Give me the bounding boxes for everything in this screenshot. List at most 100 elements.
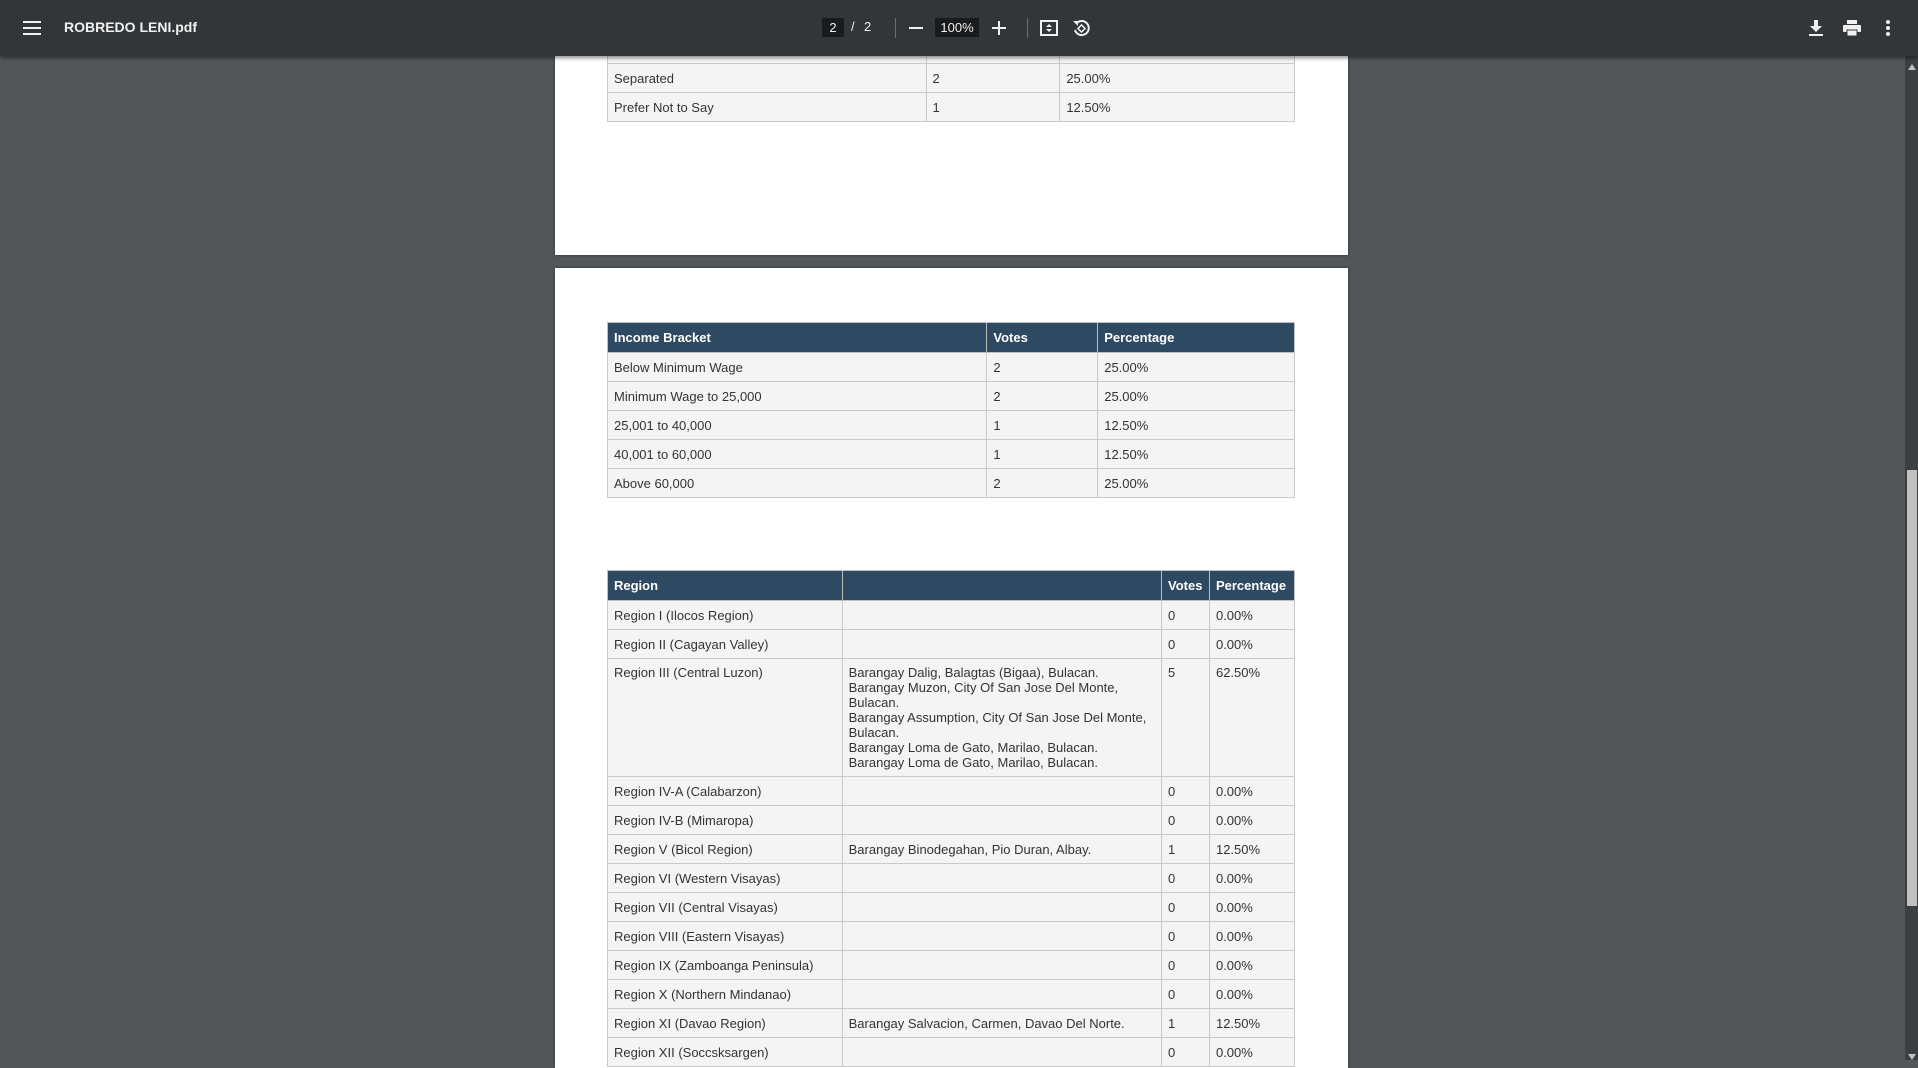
scrollbar-thumb[interactable]: [1907, 470, 1917, 906]
category-cell: Region X (Northern Mindanao): [607, 979, 843, 1009]
percentage-cell: 0.00%: [1208, 600, 1296, 630]
votes-cell: 1: [925, 92, 1061, 122]
download-icon[interactable]: [1804, 16, 1828, 40]
category-cell: Below Minimum Wage: [606, 352, 988, 382]
table-row: Region XII (Soccsksargen) 0 0.00%: [607, 1037, 1296, 1067]
table-row: Region II (Cagayan Valley) 0 0.00%: [607, 629, 1296, 659]
table-row: Below Minimum Wage 2 25.00%: [606, 352, 1295, 382]
table-row: Region V (Bicol Region) Barangay Binodega…: [607, 834, 1296, 864]
category-cell: Prefer Not to Say: [607, 92, 927, 122]
percentage-cell: 0.00%: [1208, 776, 1296, 806]
column-header: Votes: [986, 322, 1099, 353]
menu-icon[interactable]: [20, 16, 44, 40]
zoom-level-input[interactable]: 100%: [935, 18, 979, 37]
category-cell: 40,001 to 60,000: [606, 439, 988, 469]
fit-page-icon[interactable]: [1037, 16, 1061, 40]
zoom-out-icon[interactable]: [905, 17, 927, 39]
percentage-cell: 12.50%: [1059, 92, 1295, 122]
locations-cell: [841, 600, 1162, 630]
votes-cell: 0: [1160, 600, 1210, 630]
location-entry: Barangay Binodegahan, Pio Duran, Albay.: [848, 841, 1092, 857]
category-cell: Region XII (Soccsksargen): [607, 1037, 843, 1067]
locations-cell: [841, 921, 1162, 951]
table-row: 25,001 to 40,000 1 12.50%: [606, 410, 1295, 440]
locations-cell: [841, 950, 1162, 980]
category-cell: Region VII (Central Visayas): [607, 892, 843, 922]
category-cell: Region IV-B (Mimaropa): [607, 805, 843, 835]
locations-cell: Barangay Binodegahan, Pio Duran, Albay.: [841, 834, 1162, 864]
location-entry: Barangay Loma de Gato, Marilao, Bulacan.: [848, 740, 1098, 755]
zoom-in-icon[interactable]: [988, 17, 1010, 39]
category-cell: Region XI (Davao Region): [607, 1008, 843, 1038]
votes-cell: 0: [1160, 629, 1210, 659]
votes-cell: 0: [1160, 921, 1210, 951]
location-entry: Barangay Assumption, City Of San Jose De…: [848, 710, 1147, 740]
table-row: Above 60,000 2 25.00%: [606, 468, 1295, 498]
pdf-page-2: Income Bracket Votes Percentage Below Mi…: [555, 268, 1348, 1068]
votes-cell: 0: [1160, 950, 1210, 980]
table-header-row: Income Bracket Votes Percentage: [606, 322, 1295, 353]
percentage-cell: 0.00%: [1208, 950, 1296, 980]
page-separator: /: [851, 19, 855, 34]
percentage-cell: 0.00%: [1208, 1037, 1296, 1067]
location-entry: Barangay Dalig, Balagtas (Bigaa), Bulaca…: [848, 665, 1099, 680]
votes-cell: 0: [1160, 979, 1210, 1009]
location-entry: Barangay Muzon, City Of San Jose Del Mon…: [848, 680, 1119, 710]
category-cell: Region VIII (Eastern Visayas): [607, 921, 843, 951]
scroll-up-icon[interactable]: [1907, 58, 1917, 70]
table-row: Prefer Not to Say 1 12.50%: [607, 92, 1295, 122]
votes-cell: 1: [986, 410, 1099, 440]
locations-cell: [841, 863, 1162, 893]
votes-cell: 0: [1160, 1037, 1210, 1067]
rotate-icon[interactable]: [1069, 16, 1093, 40]
percentage-cell: 12.50%: [1208, 1008, 1296, 1038]
table-row: Region IX (Zamboanga Peninsula) 0 0.00%: [607, 950, 1296, 980]
category-cell: Above 60,000: [606, 468, 988, 498]
percentage-cell: 25.00%: [1097, 381, 1295, 411]
column-header: [841, 570, 1162, 601]
percentage-cell: 0.00%: [1208, 979, 1296, 1009]
table-row: Region X (Northern Mindanao) 0 0.00%: [607, 979, 1296, 1009]
category-cell: Region III (Central Luzon): [607, 658, 843, 777]
column-header: Income Bracket: [606, 322, 988, 353]
votes-cell: 2: [925, 63, 1061, 93]
percentage-cell: 0.00%: [1208, 892, 1296, 922]
locations-cell: [841, 979, 1162, 1009]
votes-cell: 0: [1160, 863, 1210, 893]
table-row: Region IV-B (Mimaropa) 0 0.00%: [607, 805, 1296, 835]
scroll-down-icon[interactable]: [1907, 1048, 1917, 1060]
votes-cell: 0: [1160, 805, 1210, 835]
percentage-cell: 12.50%: [1097, 439, 1295, 469]
more-options-icon[interactable]: [1876, 16, 1900, 40]
percentage-cell: 25.00%: [1097, 352, 1295, 382]
percentage-cell: 0.00%: [1208, 805, 1296, 835]
toolbar-divider: [1027, 18, 1028, 38]
locations-cell: [841, 805, 1162, 835]
locations-cell: Barangay Salvacion, Carmen, Davao Del No…: [841, 1008, 1162, 1038]
category-cell: Region VI (Western Visayas): [607, 863, 843, 893]
locations-cell: Barangay Dalig, Balagtas (Bigaa), Bulaca…: [841, 658, 1162, 777]
table-row: Region VI (Western Visayas) 0 0.00%: [607, 863, 1296, 893]
category-cell: Region IV-A (Calabarzon): [607, 776, 843, 806]
income-bracket-table: Income Bracket Votes Percentage Below Mi…: [606, 322, 1295, 498]
percentage-cell: 25.00%: [1097, 468, 1295, 498]
page-number-input[interactable]: 2: [822, 18, 844, 37]
location-entry: Barangay Salvacion, Carmen, Davao Del No…: [848, 1015, 1125, 1031]
locations-cell: [841, 629, 1162, 659]
toolbar-divider: [895, 18, 896, 38]
votes-cell: 1: [1160, 834, 1210, 864]
print-icon[interactable]: [1840, 16, 1864, 40]
pdf-toolbar: ROBREDO LENI.pdf 2 / 2 100%: [0, 0, 1918, 56]
locations-cell: [841, 1037, 1162, 1067]
total-pages: 2: [864, 19, 872, 34]
votes-cell: 0: [1160, 892, 1210, 922]
category-cell: Region II (Cagayan Valley): [607, 629, 843, 659]
locations-cell: [841, 892, 1162, 922]
votes-cell: 2: [986, 381, 1099, 411]
locations-cell: [841, 776, 1162, 806]
votes-cell: 2: [986, 468, 1099, 498]
location-entry: Barangay Loma de Gato, Marilao, Bulacan.: [848, 755, 1098, 770]
column-header: Percentage: [1097, 322, 1295, 353]
column-header: Votes: [1160, 570, 1210, 601]
percentage-cell: 0.00%: [1208, 863, 1296, 893]
